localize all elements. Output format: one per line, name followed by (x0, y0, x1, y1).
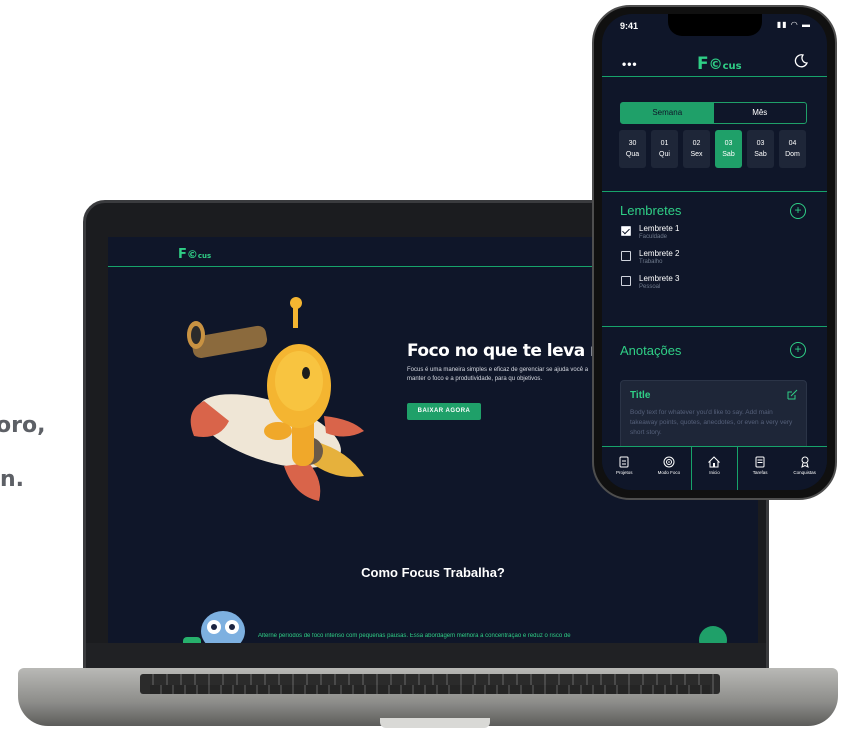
divider (602, 76, 827, 77)
reminder-item[interactable]: Lembrete 1 Faculdade (621, 224, 679, 240)
reminder-item[interactable]: Lembrete 2 Trabalho (621, 249, 679, 265)
tab-projetos[interactable]: Projetos (602, 447, 647, 490)
dark-mode-icon[interactable] (794, 54, 808, 68)
hero-title: Foco no que te leva ma (407, 341, 619, 361)
day-picker: 30 Qua 01 Qui 02 Sex 03 Sab 03 Sab 04 Dom (619, 130, 806, 168)
phone-notch (668, 14, 762, 36)
site-logo[interactable]: F©cus (178, 247, 211, 262)
reminder-item[interactable]: Lembrete 3 Pessoal (621, 274, 679, 290)
owl-icon (183, 611, 245, 643)
edit-icon[interactable] (787, 389, 798, 400)
laptop-notch (380, 718, 490, 728)
background-text-fragment: n. (0, 467, 25, 492)
checkbox-icon[interactable] (621, 251, 631, 261)
day-item[interactable]: 01 Qui (651, 130, 678, 168)
notes-title: Anotações (620, 343, 682, 358)
more-options-icon[interactable]: ••• (622, 57, 638, 71)
document-icon (619, 456, 629, 468)
hero-description: Focus é uma maneira simples e eficaz de … (407, 367, 589, 382)
tab-inicio[interactable]: Inicio (691, 447, 738, 490)
add-note-button[interactable]: + (790, 342, 806, 358)
add-reminder-button[interactable]: + (790, 203, 806, 219)
day-item-selected[interactable]: 03 Sab (715, 130, 742, 168)
marketing-mockup: oro, n. F©cus Foco no que te leva ma Foc… (0, 0, 850, 747)
tab-conquistas[interactable]: Conquistas (782, 447, 827, 490)
medal-icon (800, 456, 809, 468)
tab-modo-foco[interactable]: Modo Foco (647, 447, 692, 490)
status-icons: ▮▮ ◠ ▬ (776, 20, 811, 29)
status-time: 9:41 (620, 21, 639, 31)
tab-tarefas[interactable]: Tarefas (738, 447, 783, 490)
list-icon (755, 456, 765, 468)
laptop-keyboard-row (150, 685, 710, 694)
note-body: Body text for whatever you'd like to say… (630, 409, 793, 436)
app-logo: F©cus (697, 54, 742, 74)
tab-semana[interactable]: Semana (621, 103, 714, 123)
bottom-tab-bar: Projetos Modo Foco Inicio Tarefas Conqui… (602, 446, 827, 490)
mascot-rocket-telescope-icon (187, 297, 364, 501)
target-icon (663, 456, 675, 468)
divider (602, 326, 827, 327)
checkbox-icon[interactable] (621, 276, 631, 286)
day-item[interactable]: 04 Dom (779, 130, 806, 168)
note-card[interactable]: Title Body text for whatever you'd like … (620, 380, 807, 450)
note-title: Title (630, 390, 651, 401)
day-item[interactable]: 30 Qua (619, 130, 646, 168)
how-it-works-description: Alterne períodos de foco intenso com peq… (258, 633, 571, 639)
download-now-button[interactable]: BAIXAR AGORA (407, 403, 481, 420)
day-item[interactable]: 03 Sab (747, 130, 774, 168)
phone-screen: 9:41 ▮▮ ◠ ▬ ••• F©cus Semana Mês 30 Qua 0… (602, 14, 827, 490)
how-it-works-title: Como Focus Trabalha? (361, 565, 505, 580)
home-icon (708, 456, 721, 468)
period-segmented-control: Semana Mês (620, 102, 807, 124)
reminders-title: Lembretes (620, 203, 682, 218)
checkbox-checked-icon[interactable] (621, 226, 631, 236)
day-item[interactable]: 02 Sex (683, 130, 710, 168)
background-text-fragment: oro, (0, 413, 46, 438)
tab-mes[interactable]: Mês (714, 103, 807, 123)
chat-icon[interactable] (699, 626, 727, 643)
laptop-hinge (86, 643, 766, 671)
divider (602, 191, 827, 192)
